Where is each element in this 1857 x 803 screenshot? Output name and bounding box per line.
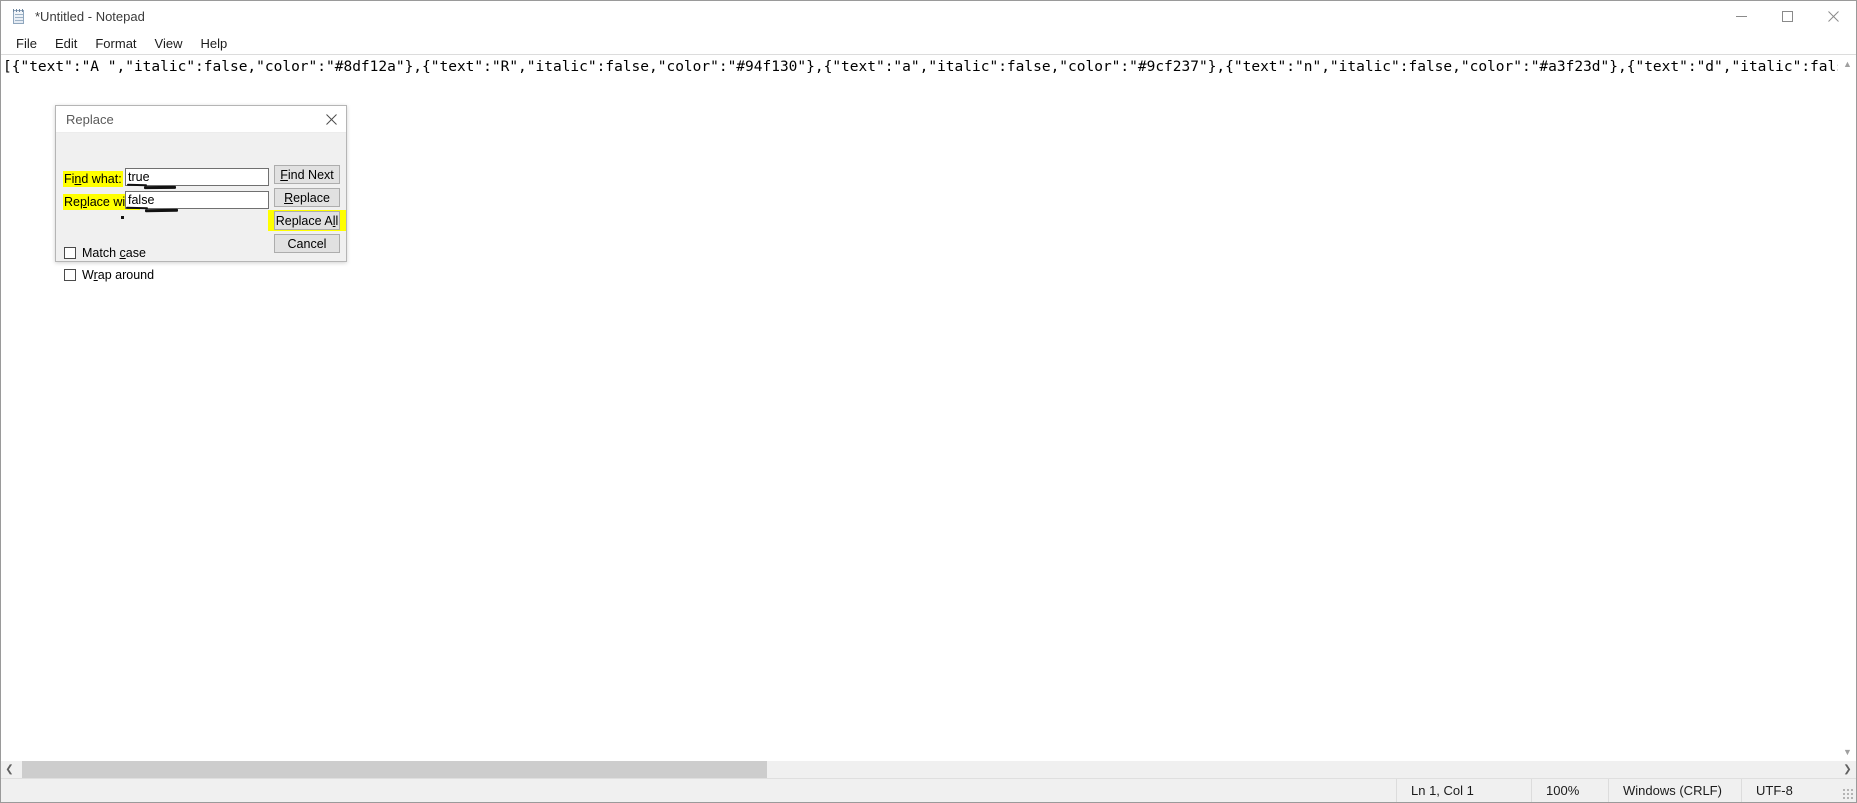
menu-item-view[interactable]: View [146, 34, 192, 53]
vertical-scrollbar[interactable]: ▲ ▼ [1838, 55, 1856, 760]
notepad-icon [11, 8, 27, 25]
editor-content[interactable]: [{"text":"A ","italic":false,"color":"#8… [3, 58, 1856, 77]
chevron-down-icon[interactable]: ▼ [1839, 743, 1856, 760]
chevron-right-icon[interactable]: ❯ [1839, 761, 1856, 778]
status-spacer [1, 779, 1396, 802]
close-button[interactable] [1810, 1, 1856, 32]
wrap-around-label: Wrap around [82, 268, 154, 282]
find-next-accel: F [280, 167, 288, 182]
cancel-label: Cancel [287, 236, 327, 251]
cancel-button[interactable]: Cancel [274, 234, 340, 253]
replace-dialog: Replace Find what: Replace with: true fa… [55, 105, 347, 282]
find-next-label: ind Next [287, 167, 334, 182]
menu-item-edit[interactable]: Edit [46, 34, 86, 53]
horizontal-scrollbar-thumb[interactable] [22, 761, 767, 778]
horizontal-scrollbar[interactable]: ❮ ❯ [1, 760, 1856, 778]
find-what-label: Find what: [63, 171, 123, 187]
notepad-window: *Untitled - Notepad File Edit Format Vie… [0, 0, 1857, 803]
menu-item-format[interactable]: Format [86, 34, 145, 53]
wrap-around-checkbox[interactable] [64, 269, 76, 281]
annotation-dot [121, 216, 124, 219]
replace-all-button[interactable]: Replace All [274, 211, 340, 230]
find-what-label-pre: Fi [64, 172, 75, 186]
match-case-checkbox[interactable] [64, 247, 76, 259]
close-icon [1827, 11, 1839, 22]
match-case-checkbox-row[interactable]: Match case [64, 246, 146, 260]
dialog-body: Find what: Replace with: Find Next Repla… [56, 133, 346, 282]
status-zoom-level[interactable]: 100% [1531, 779, 1608, 802]
replace-all-label-pre: Replace A [275, 213, 333, 228]
replace-button[interactable]: Replace [274, 188, 340, 207]
menu-item-file[interactable]: File [7, 34, 46, 53]
menu-bar: File Edit Format View Help [1, 32, 1856, 54]
window-controls [1718, 1, 1856, 32]
status-encoding[interactable]: UTF-8 [1741, 779, 1856, 802]
window-title: *Untitled - Notepad [35, 9, 145, 24]
find-what-input[interactable] [125, 168, 269, 186]
chevron-up-icon[interactable]: ▲ [1839, 55, 1856, 72]
chevron-left-icon[interactable]: ❮ [1, 761, 18, 778]
status-bar: Ln 1, Col 1 100% Windows (CRLF) UTF-8 [1, 778, 1856, 802]
replace-with-label-pre: Re [64, 195, 80, 209]
dialog-close-button[interactable] [316, 106, 346, 132]
status-line-ending[interactable]: Windows (CRLF) [1608, 779, 1741, 802]
annotation-underline-replace-2 [144, 208, 179, 213]
close-icon [325, 113, 337, 125]
status-cursor-position: Ln 1, Col 1 [1396, 779, 1531, 802]
find-what-label-post: d what: [81, 172, 122, 186]
maximize-icon [1781, 11, 1793, 22]
dialog-title: Replace [66, 111, 114, 127]
title-bar: *Untitled - Notepad [1, 1, 1856, 32]
minimize-icon [1735, 16, 1747, 17]
wrap-around-label-pre: W [82, 268, 94, 282]
maximize-button[interactable] [1764, 1, 1810, 32]
replace-all-label-post: l [335, 213, 339, 228]
annotation-underline-find-2 [143, 185, 177, 190]
resize-grip-icon[interactable] [1842, 788, 1853, 799]
minimize-button[interactable] [1718, 1, 1764, 32]
wrap-around-label-post: ap around [97, 268, 155, 282]
wrap-around-checkbox-row[interactable]: Wrap around [64, 268, 154, 282]
match-case-label-pre: Match [82, 246, 120, 260]
replace-with-label-accel: p [79, 195, 87, 209]
find-next-button[interactable]: Find Next [274, 165, 340, 184]
dialog-title-bar: Replace [56, 106, 346, 133]
match-case-label-post: ase [125, 246, 146, 260]
match-case-label: Match case [82, 246, 146, 260]
menu-item-help[interactable]: Help [191, 34, 236, 53]
replace-accel: R [284, 190, 294, 205]
replace-label: eplace [293, 190, 330, 205]
